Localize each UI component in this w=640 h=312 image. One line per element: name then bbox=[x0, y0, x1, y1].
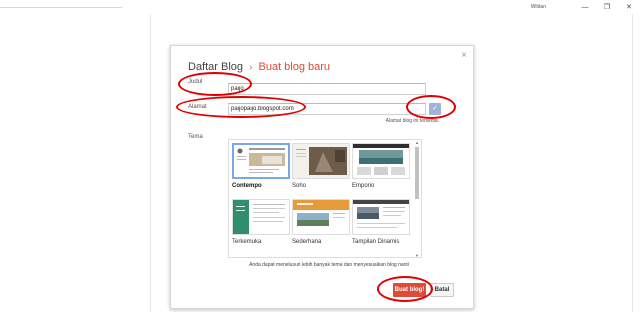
theme-name: Contempo bbox=[232, 183, 262, 189]
top-divider bbox=[0, 7, 122, 8]
themes-more-note: Anda dapat menelusuri lebih banyak tema … bbox=[249, 262, 409, 268]
close-window-button[interactable]: ✕ bbox=[618, 3, 640, 11]
breadcrumb-new-blog: Buat blog baru bbox=[258, 61, 331, 73]
window-user-name: Wildan bbox=[530, 4, 546, 10]
theme-scrollbar[interactable]: ▲ ▼ bbox=[415, 140, 420, 257]
theme-tampilan-dinamis[interactable]: Tampilan Dinamis bbox=[352, 199, 410, 245]
annotation-oval-title bbox=[178, 72, 252, 96]
theme-name: Soho bbox=[292, 183, 307, 189]
page-divider-right bbox=[632, 14, 633, 312]
annotation-oval-address bbox=[176, 96, 306, 118]
window-controls: Wildan — ❐ ✕ bbox=[531, 0, 640, 14]
breadcrumb-separator: › bbox=[249, 62, 253, 73]
scroll-up-icon[interactable]: ▲ bbox=[415, 140, 419, 145]
theme-name: Sederhana bbox=[292, 239, 322, 245]
scrollbar-thumb[interactable] bbox=[415, 147, 419, 199]
cancel-button[interactable]: Batal bbox=[430, 283, 454, 297]
theme-emporio[interactable]: Emporio bbox=[352, 143, 410, 189]
theme-terkemuka[interactable]: Terkemuka bbox=[232, 199, 290, 245]
theme-thumbnail bbox=[292, 199, 350, 235]
theme-thumbnail bbox=[352, 199, 410, 235]
title-input[interactable] bbox=[228, 83, 426, 95]
annotation-oval-create bbox=[377, 276, 433, 302]
theme-name: Tampilan Dinamis bbox=[352, 239, 400, 245]
annotation-oval-check bbox=[406, 95, 456, 119]
page-divider-left bbox=[150, 14, 151, 312]
theme-thumbnail bbox=[232, 143, 290, 179]
theme-thumbnail bbox=[352, 143, 410, 179]
theme-name: Emporio bbox=[352, 183, 375, 189]
scroll-down-icon[interactable]: ▼ bbox=[415, 253, 419, 257]
theme-thumbnail bbox=[232, 199, 290, 235]
minimize-button[interactable]: — bbox=[574, 4, 596, 11]
theme-sederhana[interactable]: Sederhana bbox=[292, 199, 350, 245]
theme-name: Terkemuka bbox=[232, 239, 262, 245]
close-dialog-button[interactable]: × bbox=[461, 50, 467, 61]
theme-contempo[interactable]: Contempo bbox=[232, 143, 290, 189]
theme-gallery: Contempo Soho Emporio Terkemuka Sederhan… bbox=[228, 139, 422, 258]
restore-button[interactable]: ❐ bbox=[596, 3, 618, 11]
theme-soho[interactable]: Soho bbox=[292, 143, 350, 189]
theme-label: Tema bbox=[188, 134, 203, 140]
theme-thumbnail bbox=[292, 143, 350, 179]
